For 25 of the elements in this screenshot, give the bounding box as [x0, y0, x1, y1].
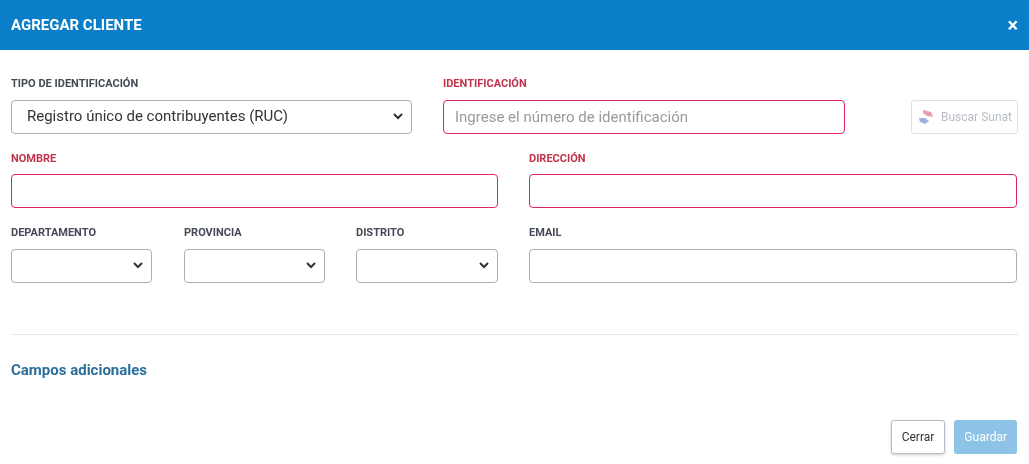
field-label: PROVINCIA: [184, 225, 243, 241]
chevron-down-icon: [133, 262, 143, 269]
select-field[interactable]: Registro único de contribuyentes (RUC): [11, 99, 412, 134]
additional-fields-link[interactable]: Campos adicionales: [11, 358, 148, 381]
chevron-down-icon: [306, 262, 316, 269]
sync-icon: [917, 107, 935, 126]
select-field[interactable]: [11, 248, 152, 283]
select-field[interactable]: [356, 248, 498, 283]
input-field[interactable]: [529, 174, 1017, 208]
input-field[interactable]: Ingrese el número de identificación: [443, 99, 845, 134]
input-field[interactable]: [11, 174, 498, 208]
field-label: IDENTIFICACIÓN: [443, 76, 528, 92]
select-field[interactable]: [184, 248, 325, 283]
dialog-title: AGREGAR CLIENTE: [11, 14, 142, 36]
input-field[interactable]: [529, 248, 1017, 283]
field-label: TIPO DE IDENTIFICACIÓN: [11, 76, 140, 92]
close-dialog-button[interactable]: Cerrar: [890, 420, 946, 454]
field-label: DEPARTAMENTO: [11, 225, 97, 241]
field-label: NOMBRE: [11, 150, 58, 167]
field-label: DIRECCIÓN: [529, 150, 587, 167]
chevron-down-icon: [479, 262, 489, 269]
field-label: DISTRITO: [356, 225, 406, 241]
field-label: EMAIL: [529, 225, 563, 241]
close-button[interactable]: ×: [1007, 15, 1018, 35]
chevron-down-icon: [393, 113, 403, 120]
